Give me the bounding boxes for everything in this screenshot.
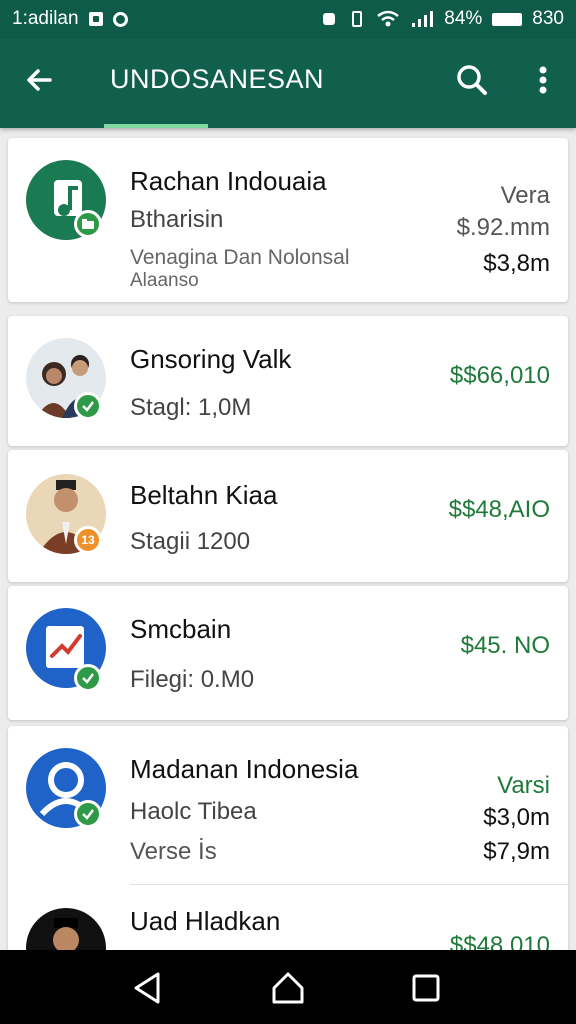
- list-item[interactable]: Smcbain Filegi: 0.M0 $45. NO: [8, 586, 568, 720]
- vibrate-icon: [352, 11, 363, 27]
- item-name: Gnsoring Valk: [130, 344, 292, 374]
- verified-badge: [74, 664, 102, 692]
- item-amount-2: $3,8m: [483, 250, 550, 277]
- check-icon: [82, 809, 94, 820]
- search-icon[interactable]: [452, 60, 492, 100]
- item-name: Rachan Indouaia: [130, 166, 327, 196]
- list-item[interactable]: Rachan Indouaia Btharisin Venagina Dan N…: [8, 138, 568, 302]
- verified-badge: [74, 392, 102, 420]
- more-options-icon[interactable]: [526, 60, 560, 100]
- alarm-icon: [323, 13, 336, 25]
- item-description: Venagina Dan Nolonsal: [130, 246, 350, 269]
- list-item[interactable]: Madanan Indonesia Haolc Tibea Verse İs V…: [8, 726, 568, 988]
- signal-icon: [412, 11, 434, 27]
- item-amount: $$48,AIO: [448, 496, 550, 523]
- folder-icon: [82, 219, 94, 229]
- item-subtitle: Filegi: 0.M0: [130, 666, 255, 693]
- back-arrow-icon[interactable]: [20, 60, 60, 100]
- item-amount: $$66,010: [449, 362, 550, 389]
- app-bar: UNDOSANESAN: [0, 38, 576, 128]
- verified-badge: [74, 800, 102, 828]
- status-badge: [74, 210, 102, 238]
- battery-percent: 84%: [444, 8, 483, 29]
- item-subtitle: Btharisin: [130, 206, 224, 233]
- navigation-bar: [0, 950, 576, 1024]
- tab-indicator: [104, 124, 208, 128]
- list-item[interactable]: Gnsoring Valk Stagl: 1,0M $$66,010: [8, 316, 568, 446]
- list-item[interactable]: 13 Beltahn Kiaa Stagii 1200 $$48,AIO: [8, 450, 568, 582]
- divider: [130, 884, 568, 885]
- notification-icon: [88, 12, 103, 26]
- check-icon: [82, 401, 94, 412]
- item-amount-1: $.92.mm: [456, 214, 550, 241]
- item-label: Vera: [500, 182, 550, 209]
- page-title: UNDOSANESAN: [110, 64, 325, 94]
- recents-icon[interactable]: [404, 966, 448, 1010]
- home-icon[interactable]: [266, 966, 310, 1010]
- item-name: Smcbain: [130, 614, 232, 644]
- battery-icon: [492, 12, 523, 26]
- wifi-icon: [377, 10, 400, 27]
- back-icon[interactable]: [126, 966, 170, 1010]
- item-amount: $45. NO: [460, 632, 550, 659]
- sync-icon: [112, 11, 128, 27]
- item-description: Verse İs: [130, 838, 217, 865]
- item-amount-1: $3,0m: [483, 804, 550, 831]
- status-clock: 830: [532, 8, 564, 29]
- status-bar: 1:adilan 84% 830: [0, 0, 576, 38]
- item-label: Varsi: [497, 772, 550, 799]
- check-icon: [82, 673, 94, 684]
- item-subtitle: Stagl: 1,0M: [130, 394, 252, 421]
- item-description-2: Alaanso: [130, 270, 199, 291]
- item-name: Madanan Indonesia: [130, 754, 359, 784]
- status-time: 1:adilan: [12, 8, 79, 29]
- item-subtitle: Stagii 1200: [130, 528, 251, 555]
- item-amount-2: $7,9m: [483, 838, 550, 865]
- status-badge: 13: [74, 526, 102, 554]
- item-subtitle: Haolc Tibea: [130, 798, 257, 825]
- item-name: Beltahn Kiaa: [130, 480, 278, 510]
- item-name: Uad Hladkan: [130, 906, 281, 936]
